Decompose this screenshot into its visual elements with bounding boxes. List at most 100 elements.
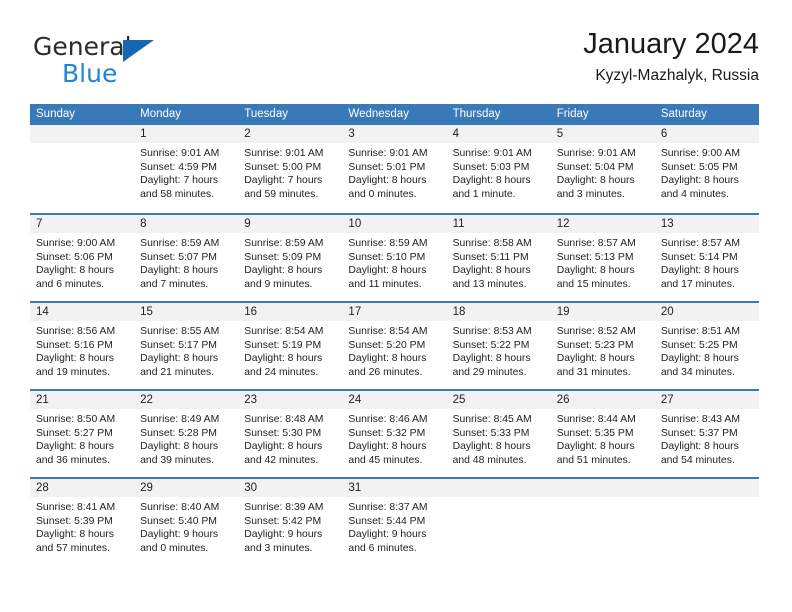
day-details: Sunrise: 8:46 AM Sunset: 5:32 PM Daylight:… [342, 409, 446, 467]
day-cell-10[interactable]: 10 Sunrise: 8:59 AM Sunset: 5:10 PM Dayligh… [342, 215, 447, 301]
day-number: 19 [550, 303, 655, 321]
day-number [446, 479, 551, 497]
day-detail-line: Sunrise: 8:55 AM [140, 326, 220, 337]
day-details: Sunrise: 9:01 AM Sunset: 5:03 PM Daylight:… [447, 143, 551, 201]
day-detail-line: Daylight: 8 hours [140, 441, 219, 453]
day-detail-line: Sunrise: 8:43 AM [660, 414, 740, 425]
page-header: General Blue January 2024 Kyzyl-Mazhalyk… [30, 28, 759, 98]
day-detail-line: Sunset: 5:04 PM [556, 161, 634, 173]
title-block: January 2024 Kyzyl-Mazhalyk, Russia [583, 28, 759, 86]
day-detail-line: and 54 minutes. [660, 454, 735, 466]
day-details: Sunrise: 8:37 AM Sunset: 5:44 PM Daylight:… [342, 497, 446, 555]
day-number [654, 479, 759, 497]
day-detail-line: and 17 minutes. [660, 278, 735, 290]
day-detail-line: and 48 minutes. [452, 454, 527, 466]
day-cell-31[interactable]: 31 Sunrise: 8:37 AM Sunset: 5:44 PM Dayligh… [342, 479, 447, 565]
day-detail-line: Daylight: 8 hours [36, 441, 114, 453]
day-cell-28[interactable]: 28 Sunrise: 8:41 AM Sunset: 5:39 PM Dayligh… [30, 479, 135, 565]
day-cell-21[interactable]: 21 Sunrise: 8:50 AM Sunset: 5:27 PM Dayligh… [30, 391, 135, 477]
day-detail-line: and 29 minutes. [452, 366, 527, 378]
day-number: 27 [654, 391, 759, 409]
day-detail-line: Sunrise: 8:57 AM [556, 238, 636, 249]
day-detail-line: Sunset: 5:10 PM [348, 251, 426, 263]
day-cell-24[interactable]: 24 Sunrise: 8:46 AM Sunset: 5:32 PM Dayligh… [342, 391, 447, 477]
day-cell-13[interactable]: 13 Sunrise: 8:57 AM Sunset: 5:14 PM Dayligh… [654, 215, 759, 301]
day-details: Sunrise: 8:49 AM Sunset: 5:28 PM Daylight:… [134, 409, 238, 467]
day-detail-line: Daylight: 8 hours [348, 353, 427, 365]
day-cell-22[interactable]: 22 Sunrise: 8:49 AM Sunset: 5:28 PM Dayligh… [134, 391, 239, 477]
day-detail-line: Sunrise: 8:56 AM [36, 326, 116, 337]
day-cell-27[interactable]: 27 Sunrise: 8:43 AM Sunset: 5:37 PM Dayligh… [654, 391, 759, 477]
day-detail-line: and 0 minutes. [348, 188, 417, 200]
day-cell-2[interactable]: 2 Sunrise: 9:01 AM Sunset: 5:00 PM Daylight… [238, 125, 343, 213]
day-cell-30[interactable]: 30 Sunrise: 8:39 AM Sunset: 5:42 PM Dayligh… [238, 479, 343, 565]
day-cell-18[interactable]: 18 Sunrise: 8:53 AM Sunset: 5:22 PM Dayligh… [446, 303, 551, 389]
day-detail-line: and 3 minutes. [556, 188, 625, 200]
day-details: Sunrise: 9:01 AM Sunset: 5:00 PM Daylight:… [238, 143, 342, 201]
day-cell-11[interactable]: 11 Sunrise: 8:58 AM Sunset: 5:11 PM Dayligh… [446, 215, 551, 301]
day-number: 13 [654, 215, 759, 233]
day-cell-15[interactable]: 15 Sunrise: 8:55 AM Sunset: 5:17 PM Dayligh… [134, 303, 239, 389]
day-detail-line: Daylight: 8 hours [36, 529, 114, 541]
day-detail-line: Sunset: 5:44 PM [348, 515, 426, 527]
day-detail-line: and 1 minute. [452, 188, 516, 200]
day-detail-line: Daylight: 8 hours [452, 441, 531, 453]
general-blue-logo: General Blue [30, 28, 250, 90]
day-detail-line: Sunset: 5:06 PM [36, 251, 113, 263]
day-detail-line: Daylight: 8 hours [348, 175, 427, 187]
day-detail-line: Sunset: 5:35 PM [556, 427, 634, 439]
day-details: Sunrise: 8:59 AM Sunset: 5:10 PM Daylight:… [342, 233, 446, 291]
day-detail-line: Sunset: 5:17 PM [140, 339, 217, 351]
day-cell-17[interactable]: 17 Sunrise: 8:54 AM Sunset: 5:20 PM Dayligh… [342, 303, 447, 389]
day-detail-line: Sunset: 5:16 PM [36, 339, 113, 351]
day-detail-line: and 42 minutes. [244, 454, 319, 466]
day-number: 24 [342, 391, 447, 409]
day-details: Sunrise: 8:45 AM Sunset: 5:33 PM Daylight:… [447, 409, 551, 467]
day-cell-25[interactable]: 25 Sunrise: 8:45 AM Sunset: 5:33 PM Dayligh… [446, 391, 551, 477]
weekday-header-wednesday: Wednesday [348, 108, 409, 120]
day-cell-6[interactable]: 6 Sunrise: 9:00 AM Sunset: 5:05 PM Daylight… [654, 125, 759, 213]
day-cell-5[interactable]: 5 Sunrise: 9:01 AM Sunset: 5:04 PM Daylight… [550, 125, 655, 213]
day-number: 25 [446, 391, 551, 409]
day-detail-line: Sunrise: 8:41 AM [36, 502, 116, 513]
day-detail-line: Sunset: 5:30 PM [244, 427, 322, 439]
day-detail-line: Daylight: 8 hours [348, 441, 427, 453]
day-cell-9[interactable]: 9 Sunrise: 8:59 AM Sunset: 5:09 PM Daylight… [238, 215, 343, 301]
day-cell-26[interactable]: 26 Sunrise: 8:44 AM Sunset: 5:35 PM Dayligh… [550, 391, 655, 477]
day-details: Sunrise: 9:00 AM Sunset: 5:05 PM Daylight:… [655, 143, 759, 201]
day-cell-19[interactable]: 19 Sunrise: 8:52 AM Sunset: 5:23 PM Dayligh… [550, 303, 655, 389]
day-cell-16[interactable]: 16 Sunrise: 8:54 AM Sunset: 5:19 PM Dayligh… [238, 303, 343, 389]
day-number: 10 [342, 215, 447, 233]
day-detail-line: and 26 minutes. [348, 366, 423, 378]
day-number: 8 [134, 215, 239, 233]
day-details: Sunrise: 8:59 AM Sunset: 5:07 PM Daylight:… [134, 233, 238, 291]
day-detail-line: Daylight: 8 hours [660, 265, 739, 277]
logo-triangle-icon [123, 40, 154, 62]
day-cell-1[interactable]: 1 Sunrise: 9:01 AM Sunset: 4:59 PM Daylight… [134, 125, 239, 213]
day-detail-line: Daylight: 8 hours [140, 265, 219, 277]
day-cell-14[interactable]: 14 Sunrise: 8:56 AM Sunset: 5:16 PM Dayligh… [30, 303, 135, 389]
day-cell-29[interactable]: 29 Sunrise: 8:40 AM Sunset: 5:40 PM Dayligh… [134, 479, 239, 565]
day-detail-line: Sunset: 5:11 PM [452, 251, 529, 263]
day-cell-23[interactable]: 23 Sunrise: 8:48 AM Sunset: 5:30 PM Dayligh… [238, 391, 343, 477]
day-detail-line: and 57 minutes. [36, 542, 110, 554]
day-cell-12[interactable]: 12 Sunrise: 8:57 AM Sunset: 5:13 PM Dayligh… [550, 215, 655, 301]
day-detail-line: and 58 minutes. [140, 188, 215, 200]
day-detail-line: Daylight: 8 hours [452, 175, 531, 187]
day-cell-7[interactable]: 7 Sunrise: 9:00 AM Sunset: 5:06 PM Daylight… [30, 215, 135, 301]
day-detail-line: and 6 minutes. [348, 542, 417, 554]
week-row: 7 Sunrise: 9:00 AM Sunset: 5:06 PM Daylight… [30, 213, 759, 301]
logo-text-general: General [33, 32, 132, 61]
day-cell-3[interactable]: 3 Sunrise: 9:01 AM Sunset: 5:01 PM Daylight… [342, 125, 447, 213]
calendar-grid: Sunday Monday Tuesday Wednesday Thursday Frid… [30, 104, 759, 565]
day-detail-line: and 7 minutes. [140, 278, 209, 290]
day-cell-20[interactable]: 20 Sunrise: 8:51 AM Sunset: 5:25 PM Dayligh… [654, 303, 759, 389]
day-details: Sunrise: 8:48 AM Sunset: 5:30 PM Daylight:… [238, 409, 342, 467]
day-detail-line: Sunrise: 9:00 AM [660, 148, 740, 159]
day-detail-line: and 39 minutes. [140, 454, 215, 466]
weekday-header-row: Sunday Monday Tuesday Wednesday Thursday Frid… [30, 104, 759, 125]
day-cell-4[interactable]: 4 Sunrise: 9:01 AM Sunset: 5:03 PM Daylight… [446, 125, 551, 213]
day-number: 7 [30, 215, 135, 233]
week-row: 28 Sunrise: 8:41 AM Sunset: 5:39 PM Dayligh… [30, 477, 759, 565]
day-cell-8[interactable]: 8 Sunrise: 8:59 AM Sunset: 5:07 PM Daylight… [134, 215, 239, 301]
